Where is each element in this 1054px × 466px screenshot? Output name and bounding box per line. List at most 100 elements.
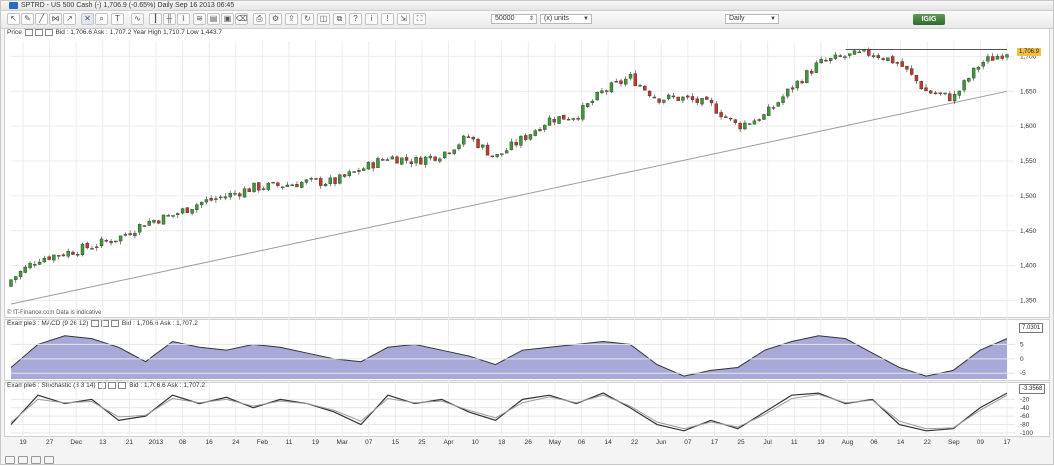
candle-body — [67, 251, 70, 256]
candle-body — [796, 81, 799, 88]
candle-body — [591, 101, 594, 103]
candle-body — [967, 78, 970, 81]
candle-body — [148, 221, 151, 225]
candle-body — [843, 57, 846, 58]
candle-body — [882, 58, 885, 59]
nav-last-icon[interactable] — [44, 456, 54, 464]
candle-body — [491, 156, 494, 157]
candle-body — [391, 157, 394, 159]
candle-body — [524, 135, 527, 139]
candle-body — [867, 49, 870, 55]
candle-body — [162, 215, 165, 224]
x-tick-label: 19 — [19, 439, 27, 446]
stochastic-y-tick-label: -80 — [1020, 422, 1030, 429]
price-y-tick-label: 1,650 — [1020, 88, 1037, 95]
candle-body — [896, 62, 899, 63]
candle-body — [281, 187, 284, 188]
candle-body — [558, 116, 561, 123]
candle-body — [100, 239, 103, 246]
candle-body — [724, 117, 727, 118]
candle-body — [219, 197, 222, 198]
candle-body — [367, 162, 370, 169]
nav-next-icon[interactable] — [31, 456, 41, 464]
candle-body — [314, 178, 317, 179]
candle-body — [334, 178, 337, 184]
x-tick-label: 17 — [711, 439, 719, 446]
candle-body — [91, 248, 94, 249]
candle-body — [272, 182, 275, 183]
candle-body — [324, 184, 327, 186]
candle-body — [429, 156, 432, 158]
candle-body — [753, 121, 756, 125]
candle-body — [605, 91, 608, 92]
candle-body — [944, 93, 947, 94]
nav-first-icon[interactable] — [5, 456, 15, 464]
price-y-tick-label: 1,550 — [1020, 158, 1037, 165]
candle-body — [138, 224, 141, 232]
candle-body — [338, 175, 341, 184]
x-tick-label: 16 — [206, 439, 214, 446]
candle-body — [767, 107, 770, 116]
candle-body — [548, 118, 551, 126]
candle-body — [596, 92, 599, 100]
candle-body — [291, 185, 294, 186]
candle-body — [534, 131, 537, 136]
candle-body — [114, 241, 117, 242]
nav-prev-icon[interactable] — [18, 456, 28, 464]
x-tick-label: 24 — [232, 439, 240, 446]
candle-body — [672, 96, 675, 97]
candle-body — [415, 157, 418, 163]
x-tick-label: Dec — [70, 439, 82, 446]
candle-body — [238, 194, 241, 197]
candle-body — [95, 247, 98, 248]
x-tick-label: 25 — [418, 439, 426, 446]
candle-body — [48, 257, 51, 260]
candle-body — [300, 182, 303, 187]
candle-body — [233, 193, 236, 194]
candle-body — [505, 151, 508, 154]
candle-body — [715, 104, 718, 114]
candle-body — [538, 129, 541, 131]
candle-body — [448, 153, 451, 154]
macd-y-tick-label: 5 — [1020, 341, 1024, 348]
candle-body — [286, 185, 289, 187]
candle-body — [977, 67, 980, 69]
candle-body — [982, 62, 985, 66]
candle-body — [953, 94, 956, 101]
candle-body — [481, 145, 484, 147]
stochastic-y-tick-label: -100 — [1020, 430, 1033, 437]
candle-body — [624, 79, 627, 84]
x-tick-label: 09 — [977, 439, 985, 446]
candle-body — [567, 119, 570, 120]
candle-body — [19, 271, 22, 276]
x-tick-label: 18 — [498, 439, 506, 446]
candle-body — [462, 136, 465, 144]
candle-body — [686, 96, 689, 97]
x-tick-label: Mar — [337, 439, 349, 446]
candle-body — [786, 89, 789, 96]
candle-body — [648, 91, 651, 96]
x-tick-label: Feb — [257, 439, 269, 446]
candle-body — [381, 159, 384, 160]
chart-canvas[interactable]: 1927Dec13212013081624Feb1119Mar071525Apr… — [1, 1, 1054, 466]
candle-body — [858, 52, 861, 53]
candle-body — [963, 80, 966, 90]
trend-line[interactable] — [11, 91, 1007, 304]
candle-body — [929, 91, 932, 93]
candle-body — [467, 137, 470, 138]
x-tick-label: 14 — [897, 439, 905, 446]
candle-body — [939, 93, 942, 94]
x-tick-label: 22 — [924, 439, 932, 446]
candle-body — [172, 215, 175, 216]
candle-body — [243, 189, 246, 197]
candle-body — [214, 199, 217, 200]
candle-body — [824, 60, 827, 61]
x-tick-label: 21 — [126, 439, 134, 446]
x-tick-label: 13 — [99, 439, 107, 446]
candle-body — [734, 120, 737, 123]
candle-body — [400, 158, 403, 164]
candle-body — [996, 56, 999, 59]
x-tick-label: 11 — [791, 439, 798, 446]
price-y-tick-label: 1,350 — [1020, 298, 1037, 305]
price-y-tick-label: 1,500 — [1020, 193, 1037, 200]
